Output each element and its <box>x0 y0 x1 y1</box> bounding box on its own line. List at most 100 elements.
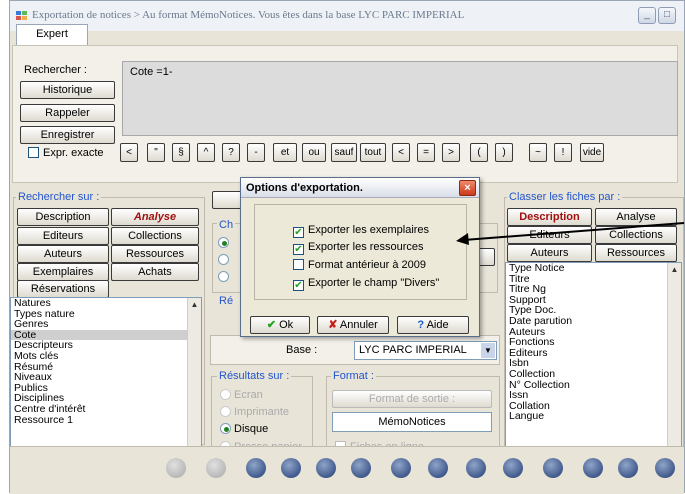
checkbox-box <box>293 259 304 270</box>
scrollbar[interactable]: ▲ ▼ <box>667 263 681 459</box>
sym-less-button[interactable]: < <box>392 143 410 162</box>
scroll-up-icon[interactable]: ▲ <box>668 263 681 276</box>
disabled-tool-icon <box>166 458 186 478</box>
tool-icon[interactable] <box>503 458 523 478</box>
option-divers-checkbox[interactable]: ✔ Exporter le champ "Divers" <box>293 277 439 291</box>
base-select[interactable]: LYC PARC IMPERIAL ▼ <box>354 341 497 360</box>
tool-icon[interactable] <box>391 458 411 478</box>
sym-lparen-button[interactable]: ( <box>470 143 488 162</box>
tool-icon[interactable] <box>583 458 603 478</box>
list-item[interactable]: Genres <box>11 319 201 330</box>
option-ressources-checkbox[interactable]: ✔ Exporter les ressources <box>293 241 424 255</box>
sym-bang-button[interactable]: ! <box>554 143 572 162</box>
sym-equal-button[interactable]: = <box>417 143 435 162</box>
search-description-button[interactable]: Description <box>17 208 109 226</box>
ok-label: Ok <box>279 319 294 331</box>
annotation-arrow <box>456 222 685 245</box>
search-auteurs-button[interactable]: Auteurs <box>17 245 109 263</box>
ch-radio-3[interactable] <box>218 271 232 283</box>
chevron-down-icon[interactable]: ▼ <box>481 343 495 358</box>
sym-sauf-button[interactable]: sauf <box>331 143 357 162</box>
sym-ou-button[interactable]: ou <box>302 143 326 162</box>
list-item[interactable]: Langue <box>506 411 681 422</box>
ok-button[interactable]: ✔ Ok <box>250 316 310 334</box>
minimize-button[interactable]: _ <box>638 7 656 24</box>
format-value-field[interactable]: MémoNotices <box>332 412 492 432</box>
expr-exacte-checkbox[interactable]: Expr. exacte <box>28 147 104 159</box>
search-ressources-button[interactable]: Ressources <box>111 245 199 263</box>
sym-quote-button[interactable]: " <box>147 143 165 162</box>
sym-section-button[interactable]: § <box>172 143 190 162</box>
annuler-button[interactable]: ✘ Annuler <box>317 316 389 334</box>
list-item[interactable]: Natures <box>11 298 201 309</box>
resultats-disque[interactable]: Disque <box>220 423 268 435</box>
sym-dash-button[interactable]: - <box>247 143 265 162</box>
option-exemplaires-checkbox[interactable]: ✔ Exporter les exemplaires <box>293 224 429 238</box>
search-collections-button[interactable]: Collections <box>111 227 199 245</box>
tool-icon[interactable] <box>316 458 336 478</box>
sym-rparen-button[interactable]: ) <box>495 143 513 162</box>
list-item[interactable]: Editeurs <box>506 348 681 359</box>
tool-icon[interactable] <box>428 458 448 478</box>
sym-caret-button[interactable]: ^ <box>197 143 215 162</box>
checkbox-box: ✔ <box>293 244 304 255</box>
check-icon: ✔ <box>266 319 277 331</box>
ch-radio-1[interactable] <box>218 237 232 249</box>
maximize-button[interactable]: □ <box>658 7 676 24</box>
classer-fields-list[interactable]: Type Notice Titre Titre Ng Support Type … <box>505 262 682 460</box>
tool-icon[interactable] <box>351 458 371 478</box>
classer-auteurs-button[interactable]: Auteurs <box>507 244 592 262</box>
format-de-sortie-button[interactable]: Format de sortie : <box>332 390 492 408</box>
rechercher-sur-label: Rechercher sur : <box>16 191 102 203</box>
ch-radio-2[interactable] <box>218 254 232 266</box>
query-textarea[interactable]: Cote =1- <box>122 61 678 136</box>
list-item[interactable]: Mots clés <box>11 351 201 362</box>
sym-tout-button[interactable]: tout <box>360 143 386 162</box>
list-item[interactable]: Ressource 1 <box>11 414 201 426</box>
resultats-imprimante-label: Imprimante <box>234 406 290 418</box>
enregistrer-button[interactable]: Enregistrer <box>20 126 115 144</box>
window-title: Exportation de notices > Au format MémoN… <box>32 9 465 21</box>
sym-et-button[interactable]: et <box>273 143 297 162</box>
sym-lt-button[interactable]: < <box>120 143 138 162</box>
middle-re-label: Ré <box>217 295 236 307</box>
help-icon[interactable] <box>655 458 675 478</box>
search-analyse-button[interactable]: Analyse <box>111 208 199 226</box>
tool-icon[interactable] <box>618 458 638 478</box>
list-item[interactable]: Centre d'intérêt <box>11 404 201 415</box>
base-value: LYC PARC IMPERIAL <box>359 344 467 356</box>
annuler-label: Annuler <box>339 319 378 331</box>
list-item[interactable]: N° Collection <box>506 379 681 391</box>
list-item[interactable]: Collection <box>506 369 681 380</box>
tool-icon[interactable] <box>543 458 563 478</box>
radio-dot <box>218 271 229 282</box>
base-label: Base : <box>286 344 318 356</box>
list-item[interactable]: Type Notice <box>506 263 681 274</box>
scrollbar[interactable]: ▲ ▼ <box>187 298 201 457</box>
search-achats-button[interactable]: Achats <box>111 263 199 281</box>
aide-button[interactable]: ? Aide <box>397 316 469 334</box>
list-item[interactable]: Date parution <box>506 316 681 327</box>
tool-icon[interactable] <box>466 458 486 478</box>
search-reservations-button[interactable]: Réservations <box>17 280 109 298</box>
tool-icon[interactable] <box>281 458 301 478</box>
resultats-disque-label: Disque <box>234 423 269 435</box>
resultats-imprimante[interactable]: Imprimante <box>220 406 289 418</box>
sym-greater-button[interactable]: > <box>442 143 460 162</box>
scroll-up-icon[interactable]: ▲ <box>188 298 201 311</box>
resultats-ecran[interactable]: Ecran <box>220 389 263 401</box>
classer-ressources-button[interactable]: Ressources <box>595 244 677 262</box>
tool-icon[interactable] <box>246 458 266 478</box>
search-editeurs-button[interactable]: Editeurs <box>17 227 109 245</box>
option-format-anterieur-label: Format antérieur à 2009 <box>308 259 427 271</box>
sym-vide-button[interactable]: vide <box>580 143 604 162</box>
middle-top-button[interactable] <box>212 191 242 209</box>
historique-button[interactable]: Historique <box>20 81 115 99</box>
sym-question-button[interactable]: ? <box>222 143 240 162</box>
rappeler-button[interactable]: Rappeler <box>20 104 115 122</box>
search-exemplaires-button[interactable]: Exemplaires <box>17 263 109 281</box>
option-format-anterieur-checkbox[interactable]: Format antérieur à 2009 <box>293 259 426 271</box>
tab-expert[interactable]: Expert <box>16 24 88 45</box>
search-fields-list[interactable]: Natures Types nature Genres Cote Descrip… <box>10 297 202 458</box>
sym-tilde-button[interactable]: ~ <box>529 143 547 162</box>
